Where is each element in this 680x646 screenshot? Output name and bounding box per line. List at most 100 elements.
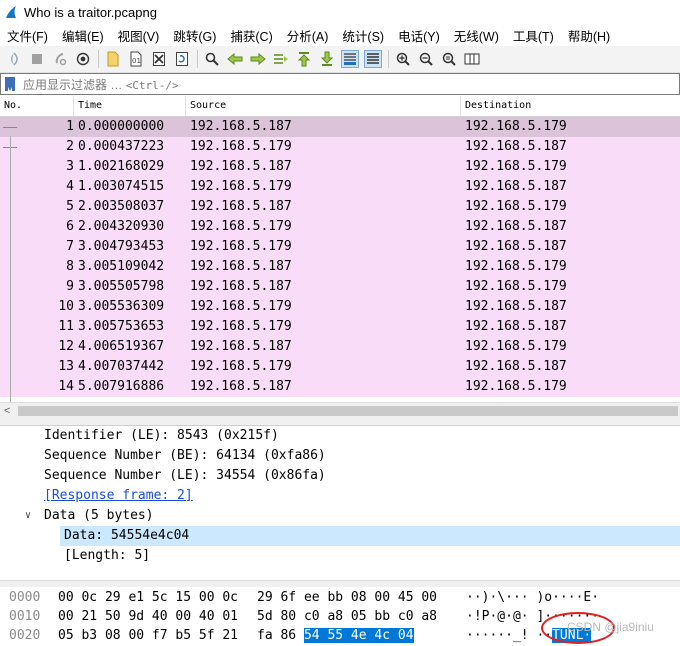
go-last-icon[interactable]	[318, 50, 336, 68]
menu-bar: 文件(F) 编辑(E) 视图(V) 跳转(G) 捕获(C) 分析(A) 统计(S…	[0, 24, 680, 46]
toolbar-separator	[197, 50, 198, 68]
packet-time: 2.004320930	[78, 219, 165, 234]
bytes-hex[interactable]: 00 21 50 9d 40 00 40 01	[58, 607, 238, 626]
packet-row[interactable]: 4 1.003074515 192.168.5.179 192.168.5.187	[0, 177, 680, 197]
stop-capture-icon[interactable]	[28, 50, 46, 68]
close-file-icon[interactable]	[150, 50, 168, 68]
menu-tools[interactable]: 工具(T)	[506, 26, 561, 45]
packet-time: 0.000437223	[78, 139, 165, 154]
packet-row[interactable]: 6 2.004320930 192.168.5.179 192.168.5.187	[0, 217, 680, 237]
packet-no: 5	[66, 199, 74, 214]
packet-row[interactable]: 10 3.005536309 192.168.5.179 192.168.5.187	[0, 297, 680, 317]
menu-telephony[interactable]: 电话(Y)	[391, 26, 447, 45]
packet-destination: 192.168.5.187	[465, 319, 567, 334]
packet-row[interactable]: 13 4.007037442 192.168.5.179 192.168.5.187	[0, 357, 680, 377]
restart-capture-icon[interactable]	[51, 50, 69, 68]
menu-help[interactable]: 帮助(H)	[561, 26, 617, 45]
go-first-icon[interactable]	[295, 50, 313, 68]
packet-row[interactable]: 12 4.006519367 192.168.5.187 192.168.5.179	[0, 337, 680, 357]
packet-list[interactable]: No. ^ Time Source Destination 1 0.0000000…	[0, 96, 680, 402]
packet-row[interactable]: 14 5.007916886 192.168.5.187 192.168.5.179	[0, 377, 680, 397]
packet-destination: 192.168.5.179	[465, 279, 567, 294]
detail-identifier-text: Identifier (LE): 8543 (0x215f)	[44, 428, 279, 443]
packet-source: 192.168.5.179	[190, 139, 292, 154]
detail-seq-le[interactable]: Sequence Number (LE): 34554 (0x86fa)	[0, 466, 680, 486]
reload-file-icon[interactable]	[173, 50, 191, 68]
column-header-destination[interactable]: Destination	[461, 96, 680, 116]
detail-length[interactable]: [Length: 5]	[0, 546, 680, 566]
save-file-icon[interactable]: 01	[127, 50, 145, 68]
menu-wireless[interactable]: 无线(W)	[447, 26, 506, 45]
menu-go[interactable]: 跳转(G)	[166, 26, 223, 45]
detail-identifier[interactable]: Identifier (LE): 8543 (0x215f)	[0, 426, 680, 446]
open-file-icon[interactable]	[104, 50, 122, 68]
bytes-hex[interactable]: fa 86 54 55 4e 4c 04	[257, 626, 414, 645]
bytes-offset: 0020	[9, 628, 41, 643]
detail-seq-be[interactable]: Sequence Number (BE): 64134 (0xfa86)	[0, 446, 680, 466]
packet-time: 5.007916886	[78, 379, 165, 394]
menu-capture[interactable]: 捕获(C)	[223, 26, 279, 45]
expand-caret-icon[interactable]: ∨	[25, 506, 35, 526]
bytes-ascii-plain: ······_! ··	[466, 628, 553, 643]
menu-statistics[interactable]: 统计(S)	[335, 26, 391, 45]
wireshark-fin-icon	[6, 6, 16, 18]
find-packet-icon[interactable]	[203, 50, 221, 68]
packet-row[interactable]: 2 0.000437223 192.168.5.179 192.168.5.187	[0, 137, 680, 157]
go-to-packet-icon[interactable]	[272, 50, 290, 68]
packet-source: 192.168.5.179	[190, 239, 292, 254]
packet-row[interactable]: 1 0.000000000 192.168.5.187 192.168.5.179	[0, 117, 680, 137]
bytes-hex[interactable]: 05 b3 08 00 f7 b5 5f 21	[58, 626, 238, 645]
colorize-icon[interactable]	[364, 50, 382, 68]
packet-time: 0.000000000	[78, 119, 165, 134]
packet-source: 192.168.5.187	[190, 159, 292, 174]
bytes-hex[interactable]: 5d 80 c0 a8 05 bb c0 a8	[257, 607, 437, 626]
packet-list-hscrollbar[interactable]: <	[0, 402, 680, 419]
bytes-ascii[interactable]: ··)·\··· )o····E·	[466, 588, 599, 607]
packet-destination: 192.168.5.187	[465, 239, 567, 254]
start-capture-icon[interactable]	[5, 50, 23, 68]
detail-data-value-text: Data: 54554e4c04	[64, 528, 190, 543]
menu-file[interactable]: 文件(F)	[0, 26, 55, 45]
scrollbar-thumb[interactable]	[18, 406, 678, 416]
packet-row[interactable]: 11 3.005753653 192.168.5.179 192.168.5.187	[0, 317, 680, 337]
capture-options-icon[interactable]	[74, 50, 92, 68]
packet-no: 3	[66, 159, 74, 174]
packet-row[interactable]: 3 1.002168029 192.168.5.187 192.168.5.179	[0, 157, 680, 177]
detail-data-tree[interactable]: ∨ Data (5 bytes)	[0, 506, 680, 526]
packet-source: 192.168.5.187	[190, 379, 292, 394]
menu-view[interactable]: 视图(V)	[111, 26, 167, 45]
bytes-hex[interactable]: 29 6f ee bb 08 00 45 00	[257, 588, 437, 607]
zoom-out-icon[interactable]	[417, 50, 435, 68]
bookmark-icon[interactable]	[5, 77, 15, 91]
menu-analyze[interactable]: 分析(A)	[280, 26, 336, 45]
packet-row[interactable]: 5 2.003508037 192.168.5.187 192.168.5.179	[0, 197, 680, 217]
scroll-left-icon[interactable]: <	[4, 403, 10, 419]
packet-source: 192.168.5.187	[190, 279, 292, 294]
packet-details[interactable]: Identifier (LE): 8543 (0x215f) Sequence …	[0, 426, 680, 580]
go-forward-icon[interactable]	[249, 50, 267, 68]
pane-splitter[interactable]	[0, 419, 680, 426]
packet-row[interactable]: 7 3.004793453 192.168.5.179 192.168.5.187	[0, 237, 680, 257]
packet-row[interactable]: 8 3.005109042 192.168.5.187 192.168.5.179	[0, 257, 680, 277]
response-frame-link[interactable]: [Response frame: 2]	[44, 486, 193, 506]
display-filter-input[interactable]: 应用显示过滤器 … <Ctrl-/>	[0, 73, 680, 95]
column-header-source[interactable]: Source	[186, 96, 461, 116]
packet-row[interactable]: 9 3.005505798 192.168.5.187 192.168.5.179	[0, 277, 680, 297]
detail-data-value[interactable]: Data: 54554e4c04	[60, 526, 680, 546]
column-header-time[interactable]: Time	[74, 96, 186, 116]
resize-columns-icon[interactable]	[463, 50, 481, 68]
go-back-icon[interactable]	[226, 50, 244, 68]
packet-source: 192.168.5.179	[190, 319, 292, 334]
menu-edit[interactable]: 编辑(E)	[55, 26, 111, 45]
detail-response-frame[interactable]: [Response frame: 2]	[0, 486, 680, 506]
autoscroll-icon[interactable]	[341, 50, 359, 68]
zoom-in-icon[interactable]	[394, 50, 412, 68]
normal-size-icon[interactable]	[440, 50, 458, 68]
packet-no: 9	[66, 279, 74, 294]
packet-no: 11	[58, 319, 74, 334]
bytes-row: 0000 00 0c 29 e1 5c 15 00 0c 29 6f ee bb…	[0, 588, 680, 607]
detail-data-header-text: Data (5 bytes)	[44, 508, 154, 523]
packet-time: 2.003508037	[78, 199, 165, 214]
packet-source: 192.168.5.179	[190, 299, 292, 314]
bytes-hex[interactable]: 00 0c 29 e1 5c 15 00 0c	[58, 588, 238, 607]
